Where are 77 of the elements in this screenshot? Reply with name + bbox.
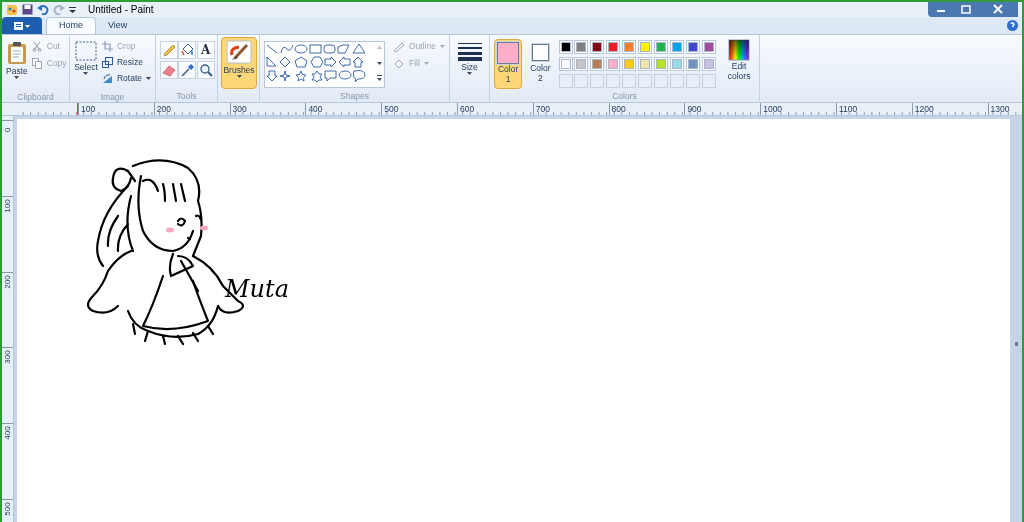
caret-icon — [423, 62, 429, 65]
scissors-icon — [31, 40, 43, 52]
ruler-label: 200 — [2, 275, 13, 288]
undo-icon[interactable] — [37, 4, 49, 15]
menu-icon — [14, 21, 30, 30]
paint-app-icon — [6, 3, 18, 16]
crop-icon — [101, 40, 113, 52]
resize-icon — [101, 56, 113, 68]
ruler-label: 0 — [1, 126, 13, 135]
copy-icon — [31, 57, 43, 69]
ribbon-button[interactable]: Rotate — [101, 71, 151, 85]
ruler-label: 500 — [381, 103, 457, 115]
tool-button[interactable] — [160, 61, 178, 79]
size-button[interactable]: Size — [452, 39, 487, 91]
ruler-label: 300 — [229, 103, 306, 115]
tool-button[interactable] — [178, 61, 197, 79]
color-picker-icon — [180, 63, 195, 77]
redo-icon[interactable] — [53, 4, 65, 15]
signature-text: Muta — [225, 277, 289, 301]
rotate-icon — [101, 72, 113, 84]
pencil-icon — [162, 43, 176, 57]
line-width-icon — [457, 41, 482, 61]
ruler-label: 100 — [2, 199, 13, 212]
tool-button[interactable] — [196, 61, 215, 79]
tool-button[interactable]: A — [196, 41, 215, 59]
magnifier-icon — [198, 63, 213, 77]
ribbon-tab[interactable]: Home — [46, 17, 96, 34]
ribbon-tab[interactable]: View — [96, 17, 140, 34]
ruler-label: 200 — [153, 103, 230, 115]
fill-icon — [393, 57, 405, 70]
brushes-button[interactable]: Brushes — [221, 37, 257, 89]
eraser-icon — [162, 63, 176, 77]
group-label: Tools — [175, 90, 198, 102]
ruler-label: 1300 — [987, 103, 1022, 115]
ribbon-button[interactable]: Resize — [101, 55, 151, 69]
blush-drawing — [166, 225, 208, 233]
edit-colors-button[interactable]: Edit colors — [723, 39, 755, 81]
ruler-label: 300 — [2, 351, 13, 364]
select-button[interactable]: Select — [74, 39, 98, 91]
ruler-label: 400 — [305, 103, 382, 115]
fill-bucket-icon — [180, 43, 195, 57]
group-label: Colors — [611, 90, 638, 102]
color-spectrum-icon — [728, 39, 751, 61]
caret-icon — [236, 75, 242, 78]
help-icon[interactable] — [1007, 20, 1018, 31]
group-label: Shapes — [339, 90, 370, 102]
ruler-label: 700 — [532, 103, 609, 115]
caret-icon — [83, 72, 89, 75]
color-slot-button[interactable]: Color 1 — [494, 39, 523, 89]
outline-icon — [393, 40, 405, 53]
clipboard-icon — [6, 41, 27, 65]
ruler-label: 100 — [78, 103, 154, 115]
group-label: Clipboard — [16, 91, 55, 103]
drawing-canvas[interactable]: Muta — [17, 119, 1010, 522]
window-title: Untitled - Paint — [88, 3, 154, 17]
file-menu-button[interactable] — [2, 17, 42, 34]
save-icon[interactable] — [22, 4, 33, 15]
group-label: Image — [99, 91, 126, 103]
selection-icon — [74, 41, 97, 61]
color-slot-button[interactable]: Color 2 — [526, 39, 555, 89]
ruler-label: 400 — [2, 427, 13, 440]
ruler-label: 500 — [2, 503, 13, 515]
paste-button[interactable]: Paste — [6, 39, 28, 91]
ruler-label: 1200 — [911, 103, 988, 115]
tool-button[interactable] — [178, 41, 197, 59]
customize-dropdown-icon[interactable] — [69, 5, 76, 14]
caret-icon — [14, 76, 20, 79]
ruler-label: 600 — [457, 103, 533, 115]
caret-icon — [146, 76, 151, 80]
caret-icon — [467, 72, 472, 75]
resize-handle[interactable] — [1014, 342, 1018, 347]
ruler-label: 800 — [608, 103, 685, 115]
ruler-label: 1100 — [835, 103, 912, 115]
caret-icon — [439, 45, 445, 48]
ruler-label: 1000 — [760, 103, 836, 115]
paintbrush-icon — [226, 40, 252, 64]
ruler-label: 900 — [684, 103, 761, 115]
